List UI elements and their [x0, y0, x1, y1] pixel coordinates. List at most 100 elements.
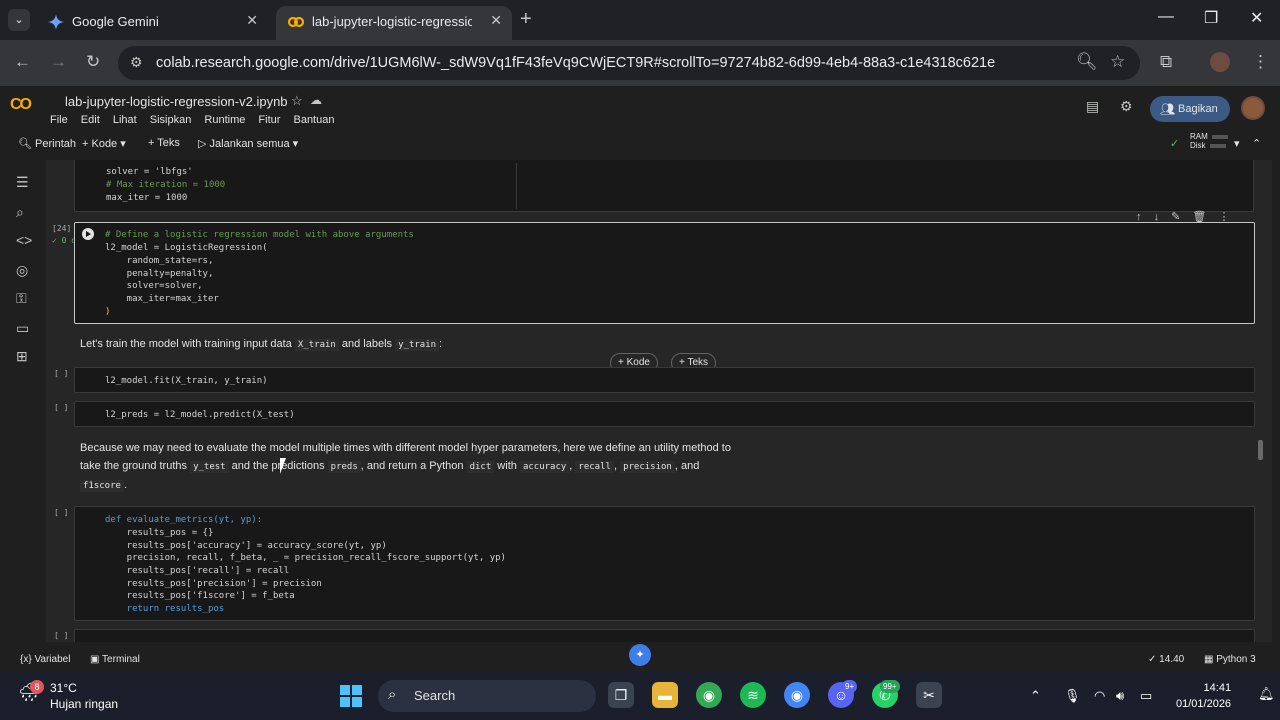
notebook-title[interactable]: lab-jupyter-logistic-regression-v2.ipynb — [65, 94, 288, 109]
spotify-icon[interactable]: ≋ — [740, 682, 766, 708]
run-all-button[interactable]: ▷ Jalankan semua ▾ — [198, 137, 298, 150]
task-view-icon[interactable]: ❐ — [608, 682, 634, 708]
markdown-cell[interactable]: Because we may need to evaluate the mode… — [80, 439, 760, 495]
address-bar[interactable]: ⚙ colab.research.google.com/drive/1UGM6l… — [118, 46, 1140, 80]
code-line: # Define a logistic regression model wit… — [105, 230, 414, 240]
settings-gear-icon[interactable]: ⚙ — [1120, 98, 1133, 115]
share-label: Bagikan — [1178, 103, 1218, 115]
menu-features[interactable]: Fitur — [258, 114, 280, 126]
code-cell[interactable]: solver = 'lbfgs' # Max iteration = 1000 … — [74, 160, 1254, 212]
run-cell-button[interactable] — [82, 228, 94, 240]
notebook-scrollbar[interactable] — [1258, 440, 1263, 460]
data-table-icon[interactable]: ⊞ — [16, 348, 28, 365]
code-line: # Max iteration = 1000 — [106, 180, 226, 190]
ram-label: RAM — [1190, 132, 1208, 141]
window-close-icon[interactable]: ✕ — [1250, 8, 1263, 28]
execution-count: [ ] — [54, 403, 69, 412]
tab-search-icon[interactable]: ⌄ — [8, 9, 30, 31]
execution-count: [ ] — [54, 508, 69, 517]
discord-badge: 9+ — [842, 680, 858, 693]
command-palette-button[interactable]: 🔍︎ Perintah — [18, 137, 76, 150]
menu-view[interactable]: Lihat — [113, 114, 137, 126]
code-snippets-icon[interactable]: <> — [16, 232, 32, 248]
files-folder-icon[interactable]: ▭ — [16, 320, 29, 337]
secrets-key-icon[interactable]: ⚿ — [16, 290, 27, 307]
code-line: results_pos['accuracy'] = accuracy_score… — [105, 541, 387, 551]
forward-icon[interactable]: → — [50, 52, 67, 72]
code-line: precision, recall, f_beta, _ = precision… — [105, 553, 506, 563]
whatsapp-badge: 99+ — [880, 680, 900, 693]
site-info-icon[interactable]: ⚙ — [130, 54, 143, 71]
tab-google-gemini[interactable]: Google Gemini ✕ — [36, 6, 268, 40]
variables-inspector-icon[interactable]: ◎ — [16, 262, 28, 279]
code-cell-selected[interactable]: # Define a logistic regression model wit… — [74, 222, 1255, 324]
zoom-icon[interactable]: 🔍︎ — [1076, 52, 1098, 72]
new-tab-icon[interactable]: + — [520, 8, 532, 31]
user-avatar[interactable] — [1241, 96, 1265, 120]
menu-help[interactable]: Bantuan — [293, 114, 334, 126]
add-text-button[interactable]: + Teks — [148, 137, 180, 149]
battery-icon[interactable]: ▭ — [1140, 688, 1152, 704]
chrome-icon[interactable]: ◉ — [696, 682, 722, 708]
tab-title: Google Gemini — [72, 14, 159, 29]
code-line: def evaluate_metrics(yt, yp): — [105, 515, 263, 525]
profile-avatar[interactable] — [1210, 52, 1230, 72]
extensions-icon[interactable]: ⧉ — [1160, 52, 1172, 72]
show-hidden-icons-icon[interactable]: ⌃ — [1030, 688, 1041, 704]
reload-icon[interactable]: ↻ — [86, 52, 100, 72]
terminal-button[interactable]: ▣ Terminal — [90, 654, 140, 665]
notification-badge: 8 — [30, 680, 44, 694]
runtime-dropdown-icon[interactable]: ▾ — [1234, 137, 1240, 150]
taskbar-clock[interactable]: 14:41 01/01/2026 — [1176, 680, 1231, 712]
close-icon[interactable]: ✕ — [246, 12, 258, 29]
windows-start-icon[interactable] — [340, 685, 362, 707]
microphone-icon[interactable]: 🎙︎ — [1064, 688, 1081, 704]
toc-icon[interactable]: ☰ — [16, 174, 29, 191]
gemini-sparkle-icon[interactable]: ✦ — [629, 644, 651, 666]
comment-icon[interactable]: ▤ — [1086, 98, 1099, 115]
code-line: max_iter=max_iter — [105, 294, 219, 304]
code-line: max_iter = 1000 — [106, 193, 188, 203]
tab-colab-notebook[interactable]: lab-jupyter-logistic-regressio ✕ — [276, 6, 512, 40]
variables-button[interactable]: {x} Variabel — [20, 654, 70, 665]
taskbar-search[interactable]: ⌕ Search — [378, 680, 596, 712]
menu-runtime[interactable]: Runtime — [204, 114, 245, 126]
code-cell[interactable]: l2_model.fit(X_train, y_train) — [74, 367, 1255, 393]
menu-edit[interactable]: Edit — [81, 114, 100, 126]
wifi-icon[interactable]: ◠ — [1094, 688, 1105, 704]
kernel-label: Python 3 — [1216, 654, 1256, 665]
windows-taskbar: 🌧︎ 8 31°C Hujan ringan ⌕ Search ❐ ▬ ◉ ≋ … — [0, 672, 1280, 720]
code-line: l2_model = LogisticRegression( — [105, 243, 268, 253]
code-line: l2_preds = l2_model.predict(X_test) — [105, 410, 295, 420]
add-code-button[interactable]: + Kode ▾ — [82, 137, 126, 150]
close-icon[interactable]: ✕ — [490, 12, 502, 29]
code-line: return results_pos — [105, 604, 225, 614]
snipping-tool-icon[interactable]: ✂ — [916, 682, 942, 708]
minimize-icon[interactable]: — — [1158, 8, 1174, 26]
restore-icon[interactable]: ❐ — [1204, 8, 1218, 28]
find-icon[interactable]: ⌕ — [16, 204, 24, 221]
collapse-icon[interactable]: ⌃ — [1252, 137, 1261, 150]
code-cell[interactable] — [74, 629, 1255, 642]
kernel-indicator[interactable]: ▦ Python 3 — [1204, 654, 1256, 665]
bookmark-star-icon[interactable]: ☆ — [1110, 52, 1125, 72]
md-text: : — [439, 338, 443, 350]
menu-file[interactable]: File — [50, 114, 68, 126]
resource-monitor[interactable]: RAM Disk — [1190, 132, 1228, 150]
share-button[interactable]: 👥︎ Bagikan — [1150, 96, 1230, 122]
chrome-menu-icon[interactable]: ⋮ — [1252, 52, 1269, 72]
chrome-active-icon[interactable]: ◉ — [784, 682, 810, 708]
back-icon[interactable]: ← — [14, 52, 31, 72]
variables-label: Variabel — [34, 654, 71, 665]
code-cell[interactable]: def evaluate_metrics(yt, yp): results_po… — [74, 506, 1255, 621]
menu-insert[interactable]: Sisipkan — [150, 114, 192, 126]
execution-status: ✓ 0 d — [52, 236, 77, 245]
notification-bell-icon[interactable]: 🔔︎ — [1258, 686, 1275, 702]
md-line: take the ground truths y_test and the pr… — [80, 460, 700, 473]
file-explorer-icon[interactable]: ▬ — [652, 682, 678, 708]
volume-icon[interactable]: 🔊︎ — [1116, 688, 1124, 704]
star-icon[interactable]: ☆ — [291, 93, 303, 109]
code-cell[interactable]: l2_preds = l2_model.predict(X_test) — [74, 401, 1255, 427]
colab-logo-icon[interactable]: CO — [10, 96, 32, 114]
markdown-cell[interactable]: Let's train the model with training inpu… — [80, 335, 442, 354]
